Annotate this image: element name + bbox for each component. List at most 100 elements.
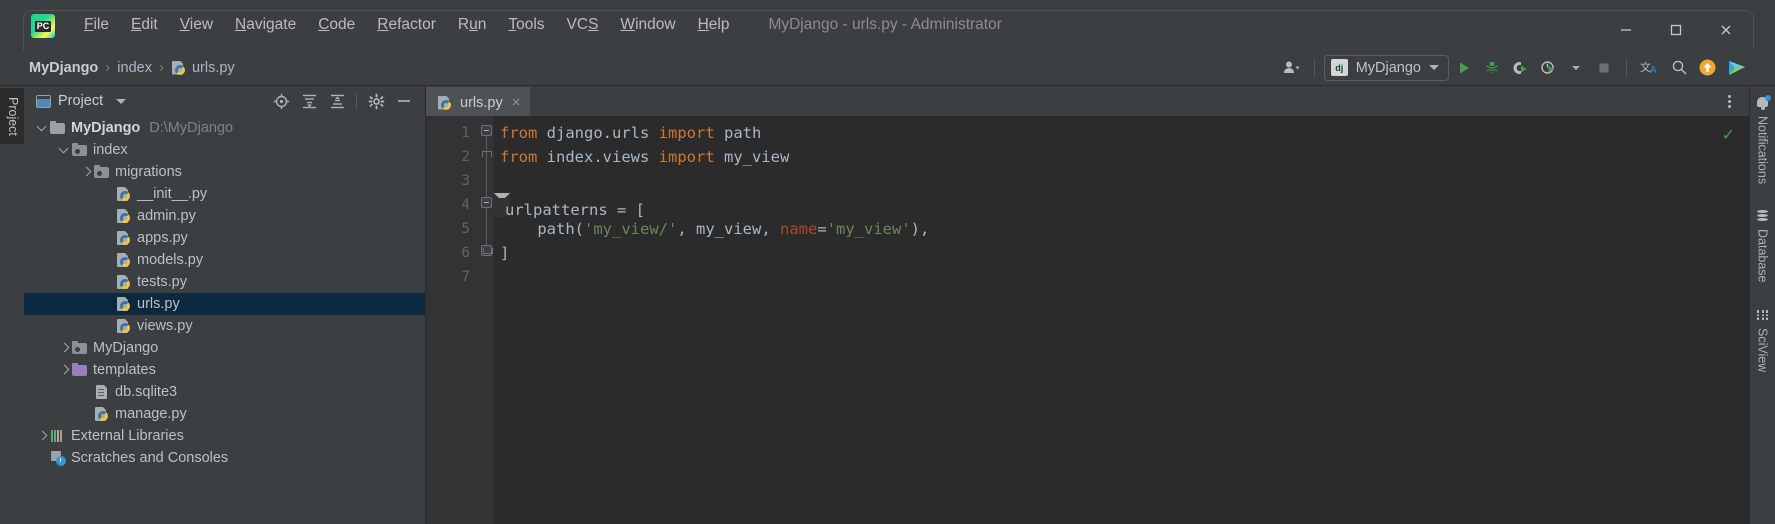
tree-item-label: views.py [137, 318, 193, 334]
project-tree[interactable]: MyDjango D:\MyDjango index migrations __init… [24, 116, 425, 524]
tree-item-urls-py[interactable]: urls.py [24, 293, 425, 315]
menu-mnemonic: E [130, 16, 142, 33]
tree-item-mydjango[interactable]: MyDjango [24, 337, 425, 359]
code-line[interactable] [494, 169, 1749, 193]
code-folding-column[interactable] [480, 116, 494, 524]
search-icon[interactable] [1666, 55, 1692, 81]
tree-item-models-py[interactable]: models.py [24, 249, 425, 271]
tree-item-views-py[interactable]: views.py [24, 315, 425, 337]
tree-item-init-py[interactable]: __init__.py [24, 183, 425, 205]
gear-icon[interactable] [363, 89, 389, 113]
minimize-button[interactable] [1601, 11, 1651, 49]
python-file-icon [116, 274, 132, 290]
main-toolbar: dj MyDjango 文 A [1279, 54, 1751, 81]
tree-item-index[interactable]: index [24, 139, 425, 161]
chevron-right-icon[interactable] [80, 165, 94, 179]
fold-marker-line-2[interactable] [481, 149, 492, 160]
expand-all-button[interactable] [296, 89, 322, 113]
debug-button[interactable] [1479, 55, 1505, 81]
tree-item-admin-py[interactable]: admin.py [24, 205, 425, 227]
maximize-button[interactable] [1651, 11, 1701, 49]
code-line[interactable] [494, 265, 1749, 289]
tool-window-button-notifications[interactable]: Notifications [1753, 92, 1772, 187]
menu-item-navigate[interactable]: Navigate [224, 12, 307, 38]
tree-item-tests-py[interactable]: tests.py [24, 271, 425, 293]
menu-item-code[interactable]: Code [307, 12, 366, 38]
profiler-button[interactable] [1535, 55, 1561, 81]
run-configuration-selector[interactable]: dj MyDjango [1323, 54, 1449, 81]
tree-item-db-sqlite3[interactable]: db.sqlite3 [24, 381, 425, 403]
breadcrumb-item-file[interactable]: urls.py [166, 58, 240, 78]
pycharm-logo-icon: PC [31, 14, 55, 38]
editor-tab-urls-py[interactable]: urls.py × [426, 87, 531, 116]
profiler-dropdown-button[interactable] [1563, 55, 1589, 81]
menu-item-help[interactable]: Help [687, 12, 741, 38]
run-coverage-button[interactable] [1507, 55, 1533, 81]
inspection-status-badge[interactable]: ✓ [1722, 125, 1735, 144]
tree-item-scratches-and-consoles[interactable]: Scratches and Consoles [24, 447, 425, 469]
module-folder-icon [94, 164, 110, 180]
tree-item-migrations[interactable]: migrations [24, 161, 425, 183]
menu-item-vcs[interactable]: VCS [556, 12, 610, 38]
menu-item-tools[interactable]: Tools [497, 12, 555, 38]
more-options-icon[interactable] [1719, 91, 1739, 111]
translate-button[interactable]: 文 A [1636, 55, 1664, 81]
tree-item-manage-py[interactable]: manage.py [24, 403, 425, 425]
python-file-icon [116, 318, 132, 334]
chevron-right-icon[interactable] [58, 341, 72, 355]
tree-item-templates[interactable]: templates [24, 359, 425, 381]
code-line[interactable]: from django.urls import path [494, 121, 1749, 145]
project-icon [36, 94, 51, 108]
tool-window-button-sciview[interactable]: SciView [1753, 304, 1772, 375]
code-token: , my_view, [677, 220, 780, 238]
menu-item-refactor[interactable]: Refactor [366, 12, 447, 38]
share-button[interactable] [1723, 55, 1751, 81]
breadcrumb-item-project[interactable]: MyDjango [24, 58, 103, 78]
bell-icon [1755, 95, 1771, 110]
chevron-right-icon[interactable] [58, 363, 72, 377]
close-icon[interactable]: × [510, 95, 523, 110]
select-opened-file-button[interactable] [268, 89, 294, 113]
menu-bar: File Edit View Navigate Code Refactor Run Tools… [73, 12, 740, 38]
tool-window-button-project[interactable]: Project [0, 88, 24, 144]
tree-item-apps-py[interactable]: apps.py [24, 227, 425, 249]
menu-item-window[interactable]: Window [609, 12, 686, 38]
tool-window-label-sciview: SciView [1755, 327, 1770, 372]
hide-panel-button[interactable] [391, 89, 417, 113]
menu-mnemonic: u [469, 16, 478, 33]
project-view-selector[interactable]: Project [36, 93, 127, 109]
code-content[interactable]: from django.urls import path from index.v… [494, 116, 1749, 524]
chevron-down-icon[interactable] [36, 121, 50, 135]
line-number: 4 [461, 197, 470, 213]
user-icon[interactable] [1279, 55, 1305, 81]
sciview-grid-icon [1755, 307, 1770, 322]
run-button[interactable] [1451, 55, 1477, 81]
menu-item-view[interactable]: View [169, 12, 224, 38]
breadcrumb-item-index[interactable]: index [112, 58, 157, 78]
code-line[interactable]: path('my_view/', my_view, name='my_view'… [494, 217, 1749, 241]
code-line[interactable]: ] [494, 241, 1749, 265]
update-button[interactable] [1694, 55, 1721, 81]
code-line[interactable]: from index.views import my_view [494, 145, 1749, 169]
code-token: import [658, 124, 715, 142]
tree-item-mydjango[interactable]: MyDjango D:\MyDjango [24, 117, 425, 139]
fold-marker-line-4[interactable] [481, 197, 492, 208]
code-line[interactable]: urlpatterns = [ [494, 193, 645, 219]
chevron-down-icon[interactable] [58, 143, 72, 157]
tool-window-button-database[interactable]: Database [1753, 205, 1772, 286]
tree-item-external-libraries[interactable]: External Libraries [24, 425, 425, 447]
menu-item-file[interactable]: File [73, 12, 120, 38]
fold-marker-line-1[interactable] [481, 125, 492, 136]
collapse-all-button[interactable] [324, 89, 350, 113]
menu-item-edit[interactable]: Edit [120, 12, 169, 38]
fold-marker-line-6[interactable] [481, 245, 493, 256]
close-button[interactable] [1701, 11, 1751, 49]
chevron-right-icon[interactable] [36, 429, 50, 443]
line-number: 5 [461, 221, 470, 237]
stop-button[interactable] [1591, 55, 1617, 81]
menu-item-run[interactable]: Run [447, 12, 497, 38]
code-editor[interactable]: 1234567 from django.urls import path from… [426, 116, 1749, 524]
